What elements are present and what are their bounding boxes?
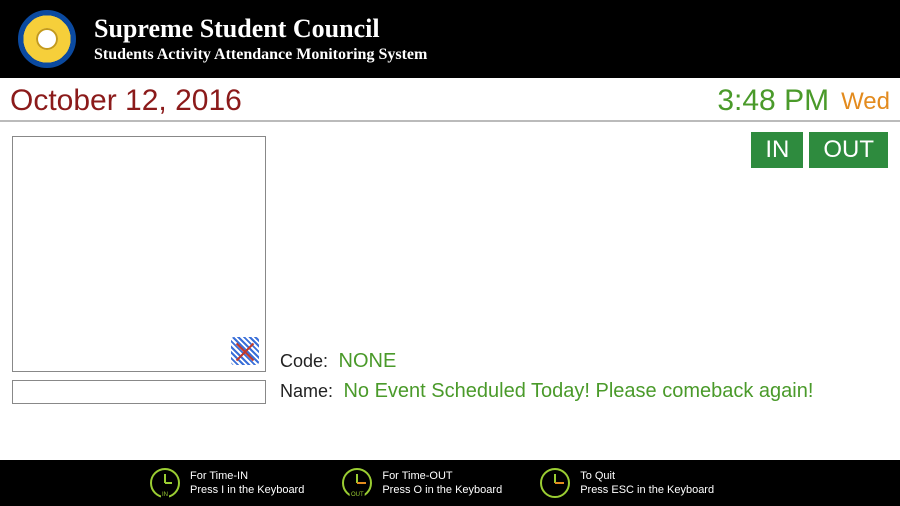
event-code-label: Code:	[280, 351, 328, 372]
hint-in-sub: Press I in the Keyboard	[190, 483, 304, 497]
hint-time-out: OUT For Time-OUT Press O in the Keyboard	[342, 468, 502, 498]
date-time-bar: October 12, 2016 3:48 PM Wed	[0, 78, 900, 122]
header-text: Supreme Student Council Students Activit…	[94, 14, 427, 64]
hint-in-title: For Time-IN	[190, 469, 304, 483]
event-code-row: Code: NONE	[280, 350, 396, 373]
current-date: October 12, 2016	[10, 84, 242, 118]
current-day: Wed	[841, 88, 890, 116]
id-input[interactable]	[12, 380, 266, 404]
clock-quit-icon	[540, 468, 570, 498]
fingerprint-disabled-icon	[231, 337, 259, 365]
hint-quit: To Quit Press ESC in the Keyboard	[540, 468, 714, 498]
in-button[interactable]: IN	[751, 132, 803, 168]
inout-buttons: IN OUT	[751, 132, 888, 168]
footer-hints: IN For Time-IN Press I in the Keyboard O…	[0, 460, 900, 506]
university-seal-icon	[18, 10, 76, 68]
main-area: IN OUT Code: NONE Name: No Event Schedul…	[0, 122, 900, 460]
out-button[interactable]: OUT	[809, 132, 888, 168]
app-header: Supreme Student Council Students Activit…	[0, 0, 900, 78]
hint-quit-title: To Quit	[580, 469, 714, 483]
hint-out-sub: Press O in the Keyboard	[382, 483, 502, 497]
event-code-value: NONE	[339, 350, 397, 373]
current-time: 3:48 PM	[717, 84, 829, 118]
event-name-value: No Event Scheduled Today! Please comebac…	[343, 380, 813, 403]
event-name-label: Name:	[280, 381, 333, 402]
clock-in-icon: IN	[150, 468, 180, 498]
event-name-row: Name: No Event Scheduled Today! Please c…	[280, 380, 813, 403]
app-subtitle: Students Activity Attendance Monitoring …	[94, 46, 427, 64]
hint-time-in: IN For Time-IN Press I in the Keyboard	[150, 468, 304, 498]
app-title: Supreme Student Council	[94, 14, 427, 44]
hint-quit-sub: Press ESC in the Keyboard	[580, 483, 714, 497]
hint-out-title: For Time-OUT	[382, 469, 502, 483]
clock-out-icon: OUT	[342, 468, 372, 498]
photo-preview	[12, 136, 266, 372]
